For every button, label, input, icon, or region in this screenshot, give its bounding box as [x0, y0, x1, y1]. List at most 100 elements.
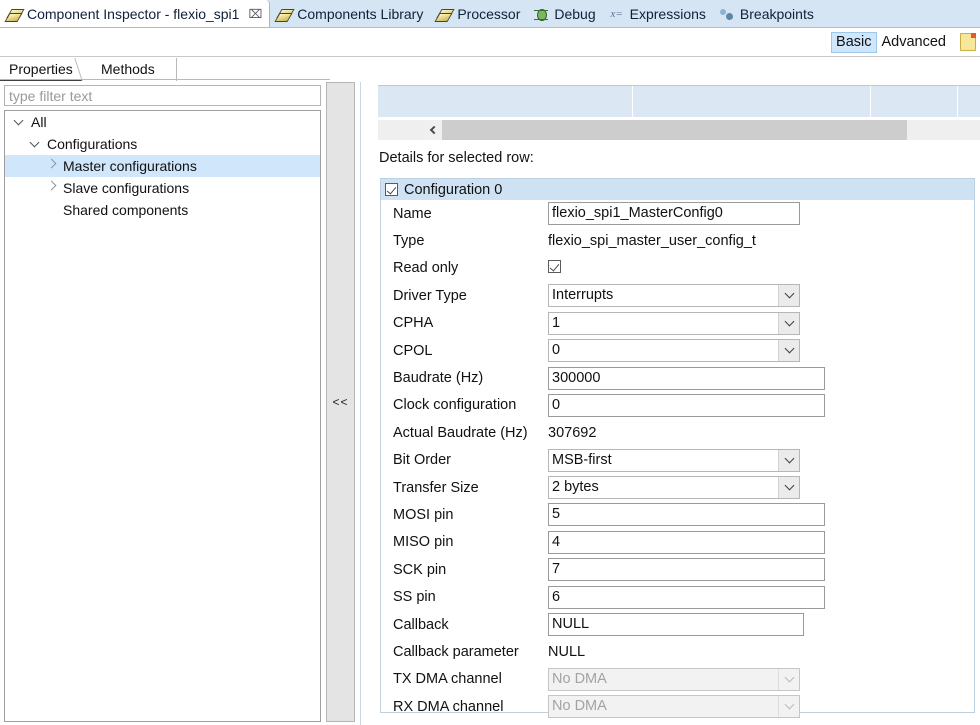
field-input-name[interactable]: flexio_spi1_MasterConfig0: [548, 202, 800, 225]
mode-toggle-bar: Basic Advanced: [0, 28, 980, 57]
field-value-callback-parameter: NULL: [548, 644, 585, 660]
view-tab-expressions[interactable]: x=Expressions: [603, 0, 713, 27]
field-input-ss-pin[interactable]: 6: [548, 586, 825, 609]
view-tab-component-inspector-flexio-spi1[interactable]: Component Inspector - flexio_spi1 ⌧: [0, 0, 270, 27]
view-tab-bar: Component Inspector - flexio_spi1⌧Compon…: [0, 0, 980, 28]
field-label-actual-baudrate-hz: Actual Baudrate (Hz): [393, 425, 528, 441]
configuration-title: Configuration 0: [404, 182, 502, 198]
field-select-value: 1: [552, 315, 560, 331]
chevron-down-icon[interactable]: [27, 138, 43, 150]
tab-methods[interactable]: Methods: [92, 58, 164, 81]
field-label-miso-pin: MISO pin: [393, 534, 453, 550]
field-row-mosi-pin: MOSI pin5: [381, 501, 974, 528]
field-row-callback-parameter: Callback parameter NULL: [381, 638, 974, 665]
field-label-name: Name: [393, 206, 432, 222]
scrollbar-thumb[interactable]: [442, 120, 907, 140]
field-checkbox-read-only[interactable]: [548, 260, 561, 276]
field-input-callback[interactable]: NULL: [548, 613, 804, 636]
chevron-down-icon[interactable]: [778, 285, 799, 306]
field-row-clock-configuration: Clock configuration0: [381, 392, 974, 419]
breakpoints-icon: [719, 6, 735, 22]
tab-properties[interactable]: Properties: [0, 58, 82, 81]
chevron-down-icon: [778, 696, 799, 717]
chevron-down-icon[interactable]: [778, 477, 799, 498]
left-panel-tabs: Properties Methods: [0, 57, 330, 81]
field-select-tx-dma-channel: No DMA: [548, 668, 800, 691]
configuration-enable-checkbox[interactable]: [385, 183, 398, 196]
field-label-bit-order: Bit Order: [393, 452, 451, 468]
field-row-transfer-size: Transfer Size2 bytes: [381, 474, 974, 501]
configuration-header[interactable]: Configuration 0: [381, 179, 974, 200]
tree-item-configurations[interactable]: Configurations: [5, 133, 320, 155]
field-row-name: Name flexio_spi1_MasterConfig0: [381, 200, 974, 227]
tree-item-master-configurations[interactable]: Master configurations: [5, 155, 320, 177]
chevron-down-icon[interactable]: [778, 313, 799, 334]
field-row-tx-dma-channel: TX DMA channel No DMA: [381, 666, 974, 693]
collapse-label: <<: [332, 395, 348, 409]
close-icon[interactable]: ⌧: [248, 8, 262, 20]
field-select-value: No DMA: [552, 698, 607, 714]
config-table-header[interactable]: [378, 85, 980, 118]
field-select-value: MSB-first: [552, 452, 612, 468]
field-label-callback: Callback: [393, 617, 449, 633]
column-separator[interactable]: [957, 86, 958, 119]
properties-tree[interactable]: AllConfigurations Master configurations Sl…: [4, 110, 321, 722]
note-icon[interactable]: [960, 33, 976, 51]
field-select-driver-type[interactable]: Interrupts: [548, 284, 800, 307]
view-tab-label: Component Inspector - flexio_spi1: [27, 6, 239, 22]
field-row-callback: Callback NULL: [381, 611, 974, 638]
view-tab-breakpoints[interactable]: Breakpoints: [713, 0, 821, 27]
field-select-value: No DMA: [552, 671, 607, 687]
component-icon: [436, 6, 452, 22]
tree-item-label: Master configurations: [63, 158, 197, 174]
field-row-bit-order: Bit Order MSB-first: [381, 447, 974, 474]
column-separator[interactable]: [632, 86, 633, 119]
chevron-left-icon[interactable]: [423, 120, 442, 140]
field-label-type: Type: [393, 233, 424, 249]
tree-item-label: Slave configurations: [63, 180, 189, 196]
column-separator[interactable]: [870, 86, 871, 119]
horizontal-scrollbar[interactable]: [378, 120, 980, 140]
field-select-value: 0: [552, 342, 560, 358]
field-input-clock-configuration[interactable]: 0: [548, 394, 825, 417]
tab-divider-right: [176, 58, 180, 81]
field-row-rx-dma-channel: RX DMA channelNo DMA: [381, 693, 974, 720]
component-inspector-window: Component Inspector - flexio_spi1⌧Compon…: [0, 0, 980, 725]
field-label-callback-parameter: Callback parameter: [393, 644, 519, 660]
field-select-bit-order[interactable]: MSB-first: [548, 449, 800, 472]
field-label-tx-dma-channel: TX DMA channel: [393, 671, 502, 687]
field-input-miso-pin[interactable]: 4: [548, 531, 825, 554]
details-heading: Details for selected row:: [379, 150, 534, 166]
filter-input[interactable]: type filter text: [4, 85, 321, 106]
field-select-value: 2 bytes: [552, 479, 599, 495]
chevron-right-icon[interactable]: [43, 160, 59, 172]
field-input-sck-pin[interactable]: 7: [548, 558, 825, 581]
field-row-ss-pin: SS pin 6: [381, 583, 974, 610]
field-row-cpha: CPHA1: [381, 310, 974, 337]
collapse-panel-button[interactable]: <<: [326, 82, 355, 722]
field-rows: Name flexio_spi1_MasterConfig0 Type flexio_…: [381, 200, 974, 720]
view-tab-processor[interactable]: Processor: [430, 0, 527, 27]
field-input-baudrate-hz[interactable]: 300000: [548, 367, 825, 390]
field-select-cpha[interactable]: 1: [548, 312, 800, 335]
field-input-mosi-pin[interactable]: 5: [548, 503, 825, 526]
tree-item-shared-components[interactable]: Shared components: [5, 199, 320, 221]
view-tab-label: Processor: [457, 6, 520, 22]
view-tab-debug[interactable]: Debug: [527, 0, 602, 27]
field-select-transfer-size[interactable]: 2 bytes: [548, 476, 800, 499]
tabs-underline: [0, 79, 330, 80]
chevron-right-icon[interactable]: [43, 182, 59, 194]
field-select-cpol[interactable]: 0: [548, 339, 800, 362]
chevron-down-icon[interactable]: [11, 116, 27, 128]
field-label-ss-pin: SS pin: [393, 589, 436, 605]
field-label-read-only: Read only: [393, 260, 458, 276]
mode-basic-button[interactable]: Basic: [831, 32, 876, 53]
view-tab-label: Expressions: [630, 6, 706, 22]
view-tab-components-library[interactable]: Components Library: [270, 0, 430, 27]
chevron-down-icon[interactable]: [778, 450, 799, 471]
mode-advanced-button[interactable]: Advanced: [877, 32, 952, 53]
field-value-type: flexio_spi_master_user_config_t: [548, 233, 756, 249]
tree-item-all[interactable]: All: [5, 111, 320, 133]
tree-item-slave-configurations[interactable]: Slave configurations: [5, 177, 320, 199]
chevron-down-icon[interactable]: [778, 340, 799, 361]
